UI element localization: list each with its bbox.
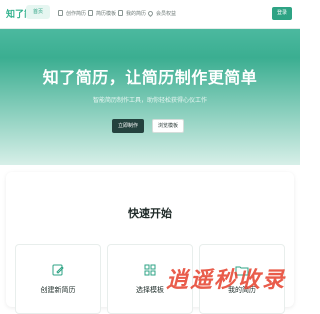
nav-item-label: 创作简历 [66, 10, 87, 17]
grid-icon [144, 264, 156, 276]
nav-item-templates[interactable]: 简历模板 [88, 6, 116, 20]
document-icon [58, 10, 63, 16]
feature-label: 创建新简历 [40, 286, 76, 294]
login-button[interactable]: 登录 [272, 7, 292, 20]
watermark-text: 逍遥秒收录 [165, 268, 286, 293]
nav-item-create-resume[interactable]: 创作简历 [58, 6, 86, 20]
nav-item-my-resumes[interactable]: 我的简历 [118, 6, 146, 20]
folder-icon [118, 10, 123, 16]
nav-item-membership[interactable]: 会员权益 [146, 6, 177, 20]
quick-start-title: 快速开始 [128, 207, 172, 220]
nav-item-label: 简历模板 [96, 10, 117, 17]
top-navbar: 知了简历 首页 创作简历 简历模板 我的简历 会员权益 登录 [0, 0, 300, 29]
nav-item-label: 会员权益 [156, 10, 177, 17]
nav-item-home[interactable]: 首页 [26, 5, 50, 19]
location-pin-icon [146, 9, 155, 17]
edit-icon [52, 264, 64, 276]
nav-item-label: 我的简历 [126, 10, 147, 17]
hero-title: 知了简历，让简历制作更简单 [42, 68, 258, 87]
feature-card-create-resume[interactable]: 创建新简历 [15, 244, 101, 314]
template-icon [88, 10, 93, 16]
start-creating-button[interactable]: 立即制作 [112, 119, 144, 133]
hero-subtitle: 智能简历制作工具，助你轻松获得心仪工作 [92, 97, 207, 104]
browse-templates-button[interactable]: 浏览模板 [152, 119, 184, 133]
